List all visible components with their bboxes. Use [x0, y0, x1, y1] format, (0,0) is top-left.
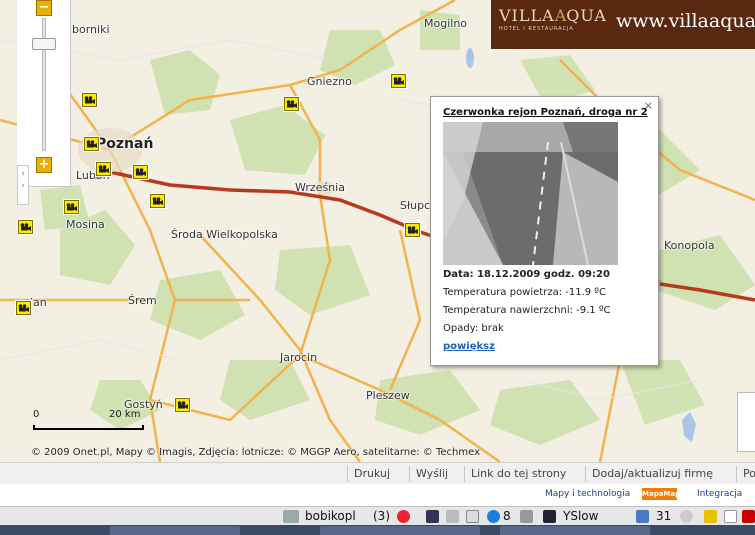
town-label: Pleszew [366, 389, 410, 402]
zoom-control: − + [17, 0, 71, 187]
camera-marker-icon[interactable] [64, 200, 79, 214]
link-button[interactable]: Link do tej strony [464, 466, 566, 482]
yslow-icon[interactable] [543, 510, 556, 523]
scale-zero: 0 [33, 409, 40, 420]
town-label: Poznań [96, 136, 154, 152]
taskbar-item[interactable] [500, 526, 650, 535]
camera-popup: × Czerwonka rejon Poznań, droga nr 2 Dat… [430, 96, 659, 366]
town-label: borniki [72, 23, 110, 36]
screen-icon[interactable] [426, 510, 439, 523]
addon-icon[interactable] [446, 510, 459, 523]
enlarge-link[interactable]: powiększ [443, 341, 646, 352]
taskbar-item[interactable] [320, 526, 480, 535]
calendar-date: 31 [656, 509, 672, 523]
popup-title[interactable]: Czerwonka rejon Poznań, droga nr 2 [443, 107, 648, 118]
surface-temperature: Temperatura nawierzchni: -9.1 ºC [443, 305, 611, 316]
villaaqua-logo: VILLAAQUA HOTEL I RESTAURACJA [499, 6, 607, 32]
scale-length: 20 km [109, 409, 141, 420]
map-view[interactable]: Mogilno Gniezno Poznań Luboń Września Sł… [0, 0, 755, 462]
air-temperature: Temperatura powietrza: -11.9 ºC [443, 287, 606, 298]
town-label: Września [295, 181, 345, 194]
town-label: Gniezno [307, 75, 352, 88]
map-attribution: © 2009 Onet.pl, Mapy © Imagis, Zdjęcia: … [31, 447, 481, 458]
side-panel-toggle[interactable]: ‹ › [17, 165, 29, 205]
ad-banner[interactable]: VILLAAQUA HOTEL I RESTAURACJA www.villaa… [491, 0, 755, 49]
scale-bar: 0 20 km [33, 409, 145, 433]
messenger-icon[interactable] [487, 510, 500, 523]
town-label: Śrem [128, 294, 157, 307]
add-company-button[interactable]: Dodaj/aktualizuj firmę [585, 466, 713, 482]
footer-link-maps-tech[interactable]: Mapy i technologia [545, 489, 630, 499]
town-label: Środa Wielkopolska [171, 228, 278, 241]
rss-icon[interactable] [636, 510, 649, 523]
mapamap-logo[interactable]: MapaMap [642, 488, 680, 500]
camera-marker-icon[interactable] [84, 137, 99, 151]
camera-marker-icon[interactable] [175, 398, 190, 412]
chevron-left-icon: ‹ [21, 169, 25, 179]
status-count: (3) [373, 509, 390, 523]
camera-marker-icon[interactable] [18, 220, 33, 234]
bug-icon[interactable] [520, 510, 533, 523]
send-button[interactable]: Wyślij [409, 466, 448, 482]
ad-url: www.villaaqua [616, 10, 755, 32]
scale-line [33, 425, 144, 430]
print-button[interactable]: Drukuj [347, 466, 390, 482]
town-label: Mogilno [424, 17, 468, 30]
camera-marker-icon[interactable] [150, 194, 165, 208]
camera-marker-icon[interactable] [284, 97, 299, 111]
footer: Mapy i technologia MapaMap Integracja [0, 484, 755, 506]
zoom-in-button[interactable]: + [36, 157, 52, 173]
yslow-label[interactable]: YSlow [563, 508, 598, 524]
figure-icon[interactable] [704, 510, 717, 523]
chevron-right-icon: › [21, 181, 25, 191]
camera-marker-icon[interactable] [405, 223, 420, 237]
town-label: ian [30, 296, 47, 309]
close-icon[interactable]: × [644, 99, 653, 112]
footer-link-integration[interactable]: Integracja [697, 489, 742, 499]
camera-marker-icon[interactable] [82, 93, 97, 107]
more-button[interactable]: Po [736, 466, 755, 482]
map-toolbar: Drukuj Wyślij Link do tej strony Dodaj/a… [0, 462, 755, 484]
precipitation: Opady: brak [443, 323, 504, 334]
mail-icon[interactable] [466, 510, 479, 523]
flag-icon[interactable] [742, 510, 755, 523]
town-label: Konopola [664, 239, 715, 252]
messenger-count: 8 [503, 509, 511, 523]
map-overview-toggle[interactable] [737, 392, 755, 452]
browser-status-bar: bobikopl (3) 8 YSlow 31 [0, 506, 755, 525]
zoom-slider-thumb[interactable] [32, 37, 56, 50]
delicious-icon[interactable] [397, 510, 410, 523]
town-label: Jarocin [280, 351, 318, 364]
popup-date: Data: 18.12.2009 godz. 09:20 [443, 269, 610, 280]
zoom-out-button[interactable]: − [36, 0, 52, 16]
smiley-icon[interactable] [680, 510, 693, 523]
camera-marker-icon[interactable] [16, 301, 31, 315]
os-taskbar [0, 525, 755, 535]
taskbar-item[interactable] [110, 526, 240, 535]
town-label: Mosina [66, 218, 105, 231]
camera-marker-icon[interactable] [133, 165, 148, 179]
ssl-icon [283, 510, 299, 523]
camera-marker-icon[interactable] [391, 74, 406, 88]
status-username[interactable]: bobikopl [305, 508, 356, 524]
webcam-image [443, 122, 618, 265]
camera-marker-icon[interactable] [96, 162, 111, 176]
s-icon[interactable] [724, 510, 737, 523]
